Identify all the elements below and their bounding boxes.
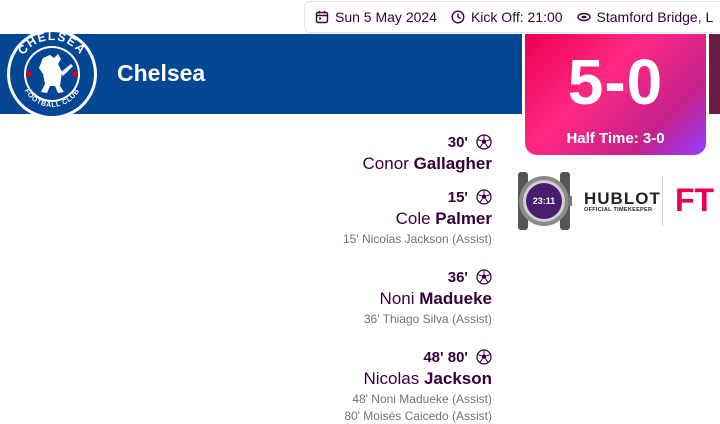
goal-scorer[interactable]: Conor Gallagher — [343, 152, 492, 176]
goal-time: 15' — [447, 188, 468, 206]
assist-text: 36' Thiago Silva (Assist) — [363, 312, 492, 326]
goal-time: 48' 80' — [423, 348, 468, 366]
half-time-score: Half Time: 3-0 — [566, 130, 665, 147]
football-icon — [476, 349, 492, 365]
home-goals-list: 30' Conor Gallagher 15' Cole Palmer 15' … — [343, 132, 492, 424]
scorer-last-name: Palmer — [435, 209, 492, 228]
stadium-icon — [576, 12, 591, 22]
football-icon — [476, 269, 492, 285]
goal-time-row: 48' 80' — [343, 347, 492, 367]
calendar-icon — [315, 11, 329, 24]
football-icon — [476, 189, 492, 205]
football-icon — [476, 134, 492, 150]
chelsea-crest-logo[interactable]: CHELSEA FOOTBALL CLUB — [3, 28, 101, 120]
watch-clock-text: 23:11 — [533, 196, 556, 206]
assist-text: 80' Moisés Caicedo (Assist) — [344, 409, 492, 423]
goal-item: 30' Conor Gallagher — [343, 132, 492, 176]
score-box: 5-0 Half Time: 3-0 — [525, 34, 706, 155]
scorer-first-name: Conor — [362, 154, 409, 173]
kickoff-time: Kick Off: 21:00 — [470, 9, 563, 25]
goal-item: 15' Cole Palmer 15' Nicolas Jackson (Ass… — [343, 187, 492, 248]
date-item: Sun 5 May 2024 — [315, 9, 437, 25]
goal-time-row: 30' — [343, 132, 492, 152]
match-status-ft: FT — [675, 182, 715, 218]
goal-scorer[interactable]: Cole Palmer — [343, 207, 492, 231]
venue-item[interactable]: Stamford Bridge, L — [576, 9, 714, 25]
assist-text: 48' Noni Madueke (Assist) — [352, 392, 492, 406]
goal-item: 36' Noni Madueke 36' Thiago Silva (Assis… — [343, 267, 492, 328]
hublot-watch-icon: 23:11 — [518, 172, 572, 230]
goal-scorer[interactable]: Nicolas Jackson — [343, 367, 492, 391]
goal-item: 48' 80' Nicolas Jackson 48' Noni Madueke… — [343, 347, 492, 424]
scorer-last-name: Jackson — [423, 369, 492, 388]
clock-icon — [451, 10, 465, 24]
goal-time-row: 36' — [343, 267, 492, 287]
match-info-bar: Sun 5 May 2024 Kick Off: 21:00 Stamford … — [304, 1, 720, 33]
scorer-first-name: Cole — [395, 209, 431, 228]
kickoff-item: Kick Off: 21:00 — [451, 9, 563, 25]
sponsor-name[interactable]: HUBLOT — [584, 189, 661, 209]
goal-time: 30' — [447, 133, 468, 151]
goal-scorer[interactable]: Noni Madueke — [343, 287, 492, 311]
away-team-banner-edge — [709, 34, 720, 114]
scorer-last-name: Gallagher — [413, 154, 492, 173]
goal-time-row: 15' — [343, 187, 492, 207]
sponsor-tagline: OFFICIAL TIMEKEEPER — [584, 207, 653, 213]
home-team-name[interactable]: Chelsea — [117, 60, 205, 87]
venue-name: Stamford Bridge, L — [596, 9, 714, 25]
scorer-first-name: Nicolas — [363, 369, 420, 388]
match-score: 5-0 — [567, 46, 664, 118]
match-date: Sun 5 May 2024 — [335, 9, 437, 25]
assist-text: 15' Nicolas Jackson (Assist) — [342, 232, 492, 246]
scorer-last-name: Madueke — [419, 289, 492, 308]
goal-time: 36' — [447, 268, 468, 286]
scorer-first-name: Noni — [379, 289, 415, 308]
sponsor-divider — [662, 176, 663, 226]
